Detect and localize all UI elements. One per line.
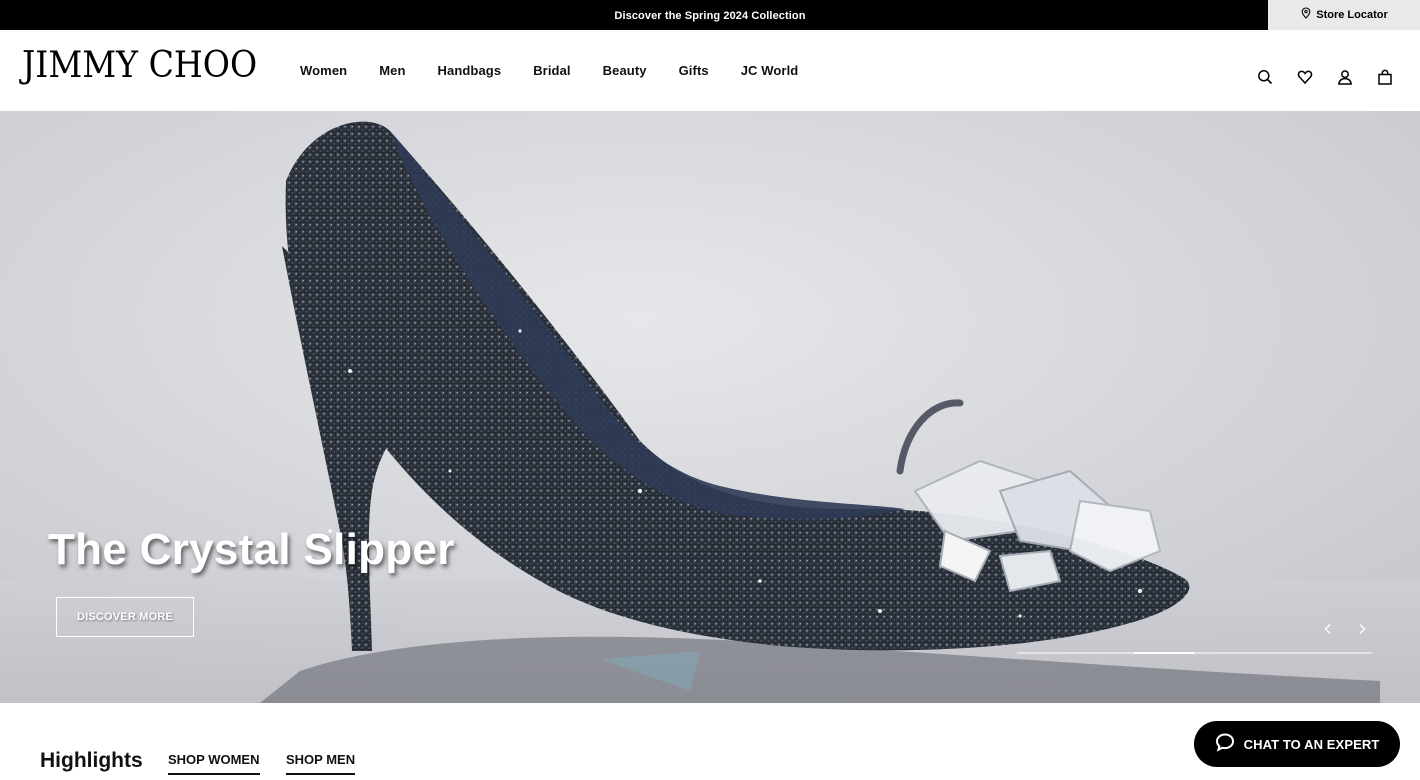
- store-locator-label: Store Locator: [1316, 9, 1388, 21]
- search-icon[interactable]: [1256, 68, 1274, 86]
- nav-item-women[interactable]: Women: [300, 63, 347, 78]
- promo-link[interactable]: Discover the Spring 2024 Collection: [0, 0, 1420, 30]
- bag-icon[interactable]: [1376, 68, 1394, 86]
- hero-carousel: The Crystal Slipper DISCOVER MORE: [0, 111, 1420, 703]
- promo-bar: Discover the Spring 2024 Collection Stor…: [0, 0, 1420, 30]
- chat-to-expert-button[interactable]: CHAT TO AN EXPERT: [1194, 721, 1400, 767]
- site-header: JIMMY CHOO Women Men Handbags Bridal Bea…: [0, 30, 1420, 111]
- tab-shop-women[interactable]: SHOP WOMEN: [168, 752, 260, 775]
- carousel-progress-fill: [1134, 652, 1194, 654]
- carousel-next-icon[interactable]: [1352, 619, 1372, 639]
- highlights-title: Highlights: [40, 749, 143, 772]
- heart-icon[interactable]: [1296, 68, 1314, 86]
- nav-item-gifts[interactable]: Gifts: [679, 63, 709, 78]
- discover-more-button[interactable]: DISCOVER MORE: [56, 597, 194, 637]
- nav-item-beauty[interactable]: Beauty: [603, 63, 647, 78]
- location-pin-icon: [1300, 6, 1312, 24]
- nav-item-jc-world[interactable]: JC World: [741, 63, 799, 78]
- brand-logo[interactable]: JIMMY CHOO: [22, 48, 257, 84]
- hero-title: The Crystal Slipper: [48, 525, 455, 574]
- crystal-slipper-image: [0, 111, 1420, 703]
- carousel-prev-icon[interactable]: [1318, 619, 1338, 639]
- user-icon[interactable]: [1336, 68, 1354, 86]
- nav-item-men[interactable]: Men: [379, 63, 405, 78]
- nav-item-bridal[interactable]: Bridal: [533, 63, 570, 78]
- carousel-progress-track[interactable]: [1017, 652, 1372, 654]
- main-nav: Women Men Handbags Bridal Beauty Gifts J…: [300, 30, 798, 111]
- header-actions: [1256, 68, 1394, 86]
- nav-item-handbags[interactable]: Handbags: [438, 63, 502, 78]
- store-locator-button[interactable]: Store Locator: [1268, 0, 1420, 30]
- tab-shop-men[interactable]: SHOP MEN: [286, 752, 356, 775]
- chat-bubble-icon: [1215, 732, 1235, 757]
- chat-label: CHAT TO AN EXPERT: [1243, 736, 1380, 752]
- highlights-section: Highlights SHOP WOMEN SHOP MEN CHAT TO A…: [0, 703, 1420, 780]
